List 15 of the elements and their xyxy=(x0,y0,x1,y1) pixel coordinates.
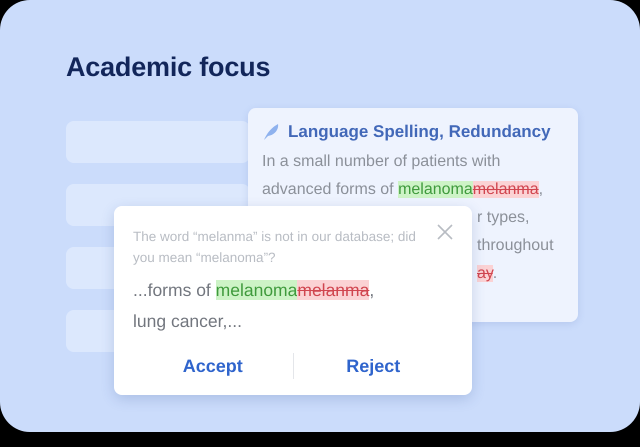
reject-button[interactable]: Reject xyxy=(294,350,453,382)
card-heading: Language Spelling, Redundancy xyxy=(288,122,551,142)
page-title: Academic focus xyxy=(66,52,272,83)
card-text-line: advanced forms of melanomamelanma, xyxy=(262,180,544,200)
card-text-line: throughout xyxy=(477,236,554,256)
snippet-line: ...forms of melanomamelanma, xyxy=(133,279,376,302)
close-icon xyxy=(437,224,453,240)
close-button[interactable] xyxy=(437,224,453,240)
card-text-line: ay. xyxy=(477,264,498,284)
popup-question: The word “melanma” is not in our database; did you mean “melanoma”? xyxy=(133,228,417,267)
card-text-line: In a small number of patients with xyxy=(262,152,500,172)
feather-icon xyxy=(262,123,280,141)
card-text-line: r types, xyxy=(477,208,530,228)
accept-button[interactable]: Accept xyxy=(133,350,292,382)
snippet-line: lung cancer,... xyxy=(133,310,243,333)
